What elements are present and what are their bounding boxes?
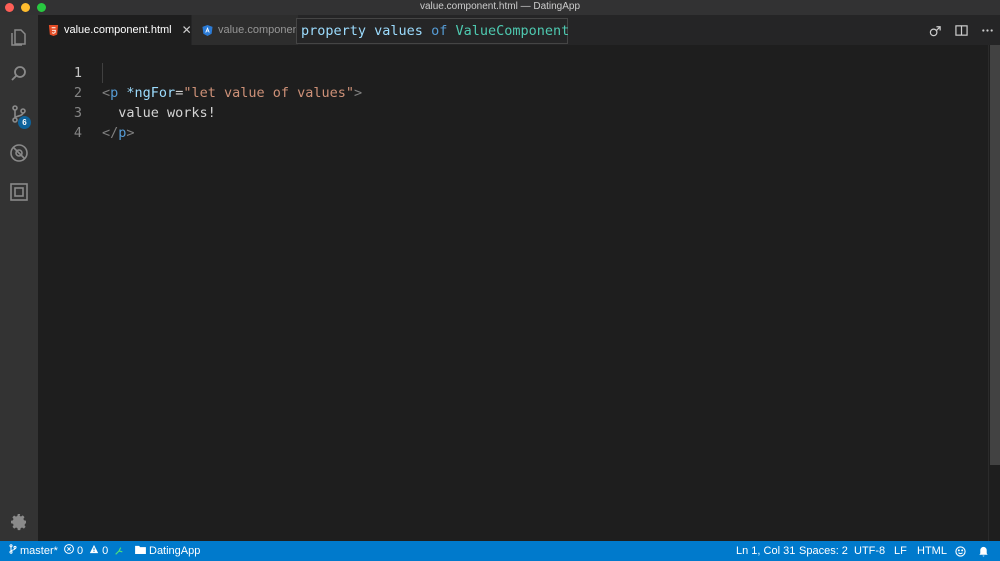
status-bar: master* 0 0 DatingApp Ln 1, Col 31 Space… (0, 541, 1000, 561)
tab-value-component-ts[interactable]: value.component.ts (192, 15, 298, 45)
warning-count: 0 (102, 545, 109, 557)
window-title: value.component.html — DatingApp (419, 1, 581, 12)
angular-file-icon (202, 24, 213, 36)
settings-gear-icon[interactable] (0, 505, 38, 539)
error-icon (64, 541, 74, 561)
error-count: 0 (77, 545, 84, 557)
editor-actions (928, 15, 994, 45)
explorer-icon[interactable] (0, 19, 38, 53)
tab-label: value.component.html (64, 24, 172, 36)
line-content[interactable]: </p> (102, 123, 135, 143)
folder-icon (135, 541, 146, 561)
source-control-icon[interactable]: 6 (0, 97, 38, 131)
warning-icon (89, 541, 99, 561)
git-branch-icon (9, 541, 17, 561)
language-mode[interactable]: HTML (917, 541, 947, 561)
line-number: 4 (73, 125, 82, 141)
tag-close-bracket: > (126, 125, 135, 141)
feedback-smiley-icon[interactable] (955, 541, 966, 561)
html5-file-icon (48, 24, 59, 36)
notifications-bell-icon[interactable] (978, 541, 989, 561)
debug-icon[interactable] (0, 136, 38, 170)
hover-of: of (431, 23, 448, 39)
code-editor[interactable]: 1 <p *ngFor="let value of values"> 2 val… (38, 45, 988, 541)
hover-kind: property (301, 23, 367, 39)
code-line-4[interactable]: 4 (38, 103, 938, 141)
activity-bar: 6 (0, 15, 38, 541)
tab-close-icon[interactable]: ✕ (182, 23, 192, 37)
hover-name: values (374, 23, 423, 39)
tag-open-bracket: </ (102, 125, 119, 141)
open-changes-icon[interactable] (928, 23, 942, 37)
live-share-icon[interactable] (114, 541, 124, 561)
more-actions-icon[interactable] (980, 23, 994, 37)
code-line-3[interactable]: 3 </p> (38, 83, 938, 141)
vertical-scrollbar[interactable] (988, 45, 1000, 541)
cursor-position[interactable]: Ln 1, Col 31 (736, 541, 795, 561)
code-line-2[interactable]: 2 value works! (38, 63, 938, 121)
source-control-badge: 6 (18, 116, 31, 129)
git-branch[interactable]: master* (9, 541, 58, 561)
problems-indicator[interactable]: 0 0 (64, 541, 108, 561)
indentation-setting[interactable]: Spaces: 2 (799, 541, 848, 561)
scrollbar-thumb[interactable] (990, 45, 1000, 465)
file-encoding[interactable]: UTF-8 (854, 541, 885, 561)
code-line-1[interactable]: 1 <p *ngFor="let value of values"> (38, 43, 938, 101)
hover-type: ValueComponent (455, 23, 570, 39)
extensions-icon[interactable] (0, 175, 38, 209)
hover-tooltip: property values of ValueComponent (296, 18, 570, 44)
end-of-line[interactable]: LF (894, 541, 907, 561)
title-bar: value.component.html — DatingApp (0, 0, 1000, 15)
indent-guide (102, 63, 103, 83)
tab-value-component-html[interactable]: value.component.html ✕ (38, 15, 192, 45)
folder-name: DatingApp (149, 545, 201, 557)
tab-label: value.component.ts (218, 24, 298, 36)
branch-name: master* (20, 545, 58, 557)
workspace-folder[interactable]: DatingApp (135, 541, 200, 561)
split-editor-icon[interactable] (954, 23, 968, 37)
search-icon[interactable] (0, 57, 38, 91)
